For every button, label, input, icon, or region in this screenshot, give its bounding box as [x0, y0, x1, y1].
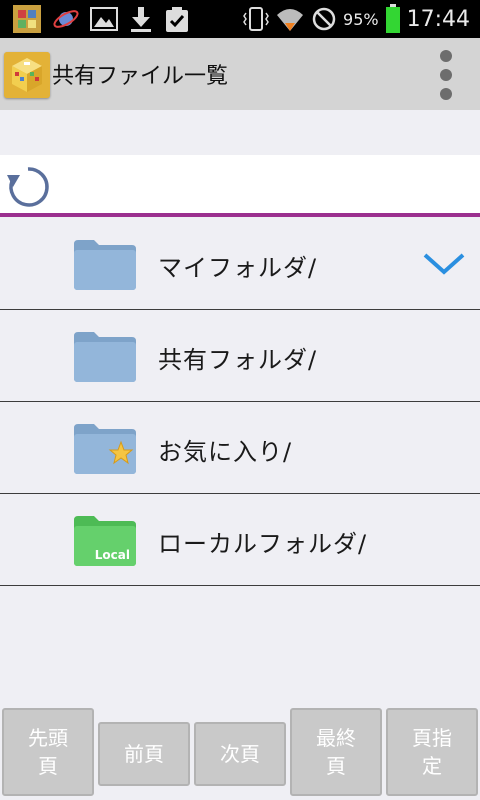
first-page-label: 先頭 頁	[28, 726, 68, 778]
battery-percent: 95%	[343, 9, 379, 29]
last-page-label: 最終 頁	[316, 726, 356, 778]
page-title: 共有ファイル一覧	[52, 64, 229, 89]
folder-list: マイフォルダ/ 共有フォルダ/ お気に入り/ Local ローカルフォルダ/	[0, 218, 480, 586]
goto-page-button[interactable]: 頁指 定	[386, 708, 478, 796]
next-page-button[interactable]: 次頁	[194, 722, 286, 786]
divider-accent	[0, 213, 480, 217]
last-page-button[interactable]: 最終 頁	[290, 708, 382, 796]
overflow-menu-icon[interactable]	[436, 50, 456, 100]
first-page-button[interactable]: 先頭 頁	[2, 708, 94, 796]
battery-icon	[385, 4, 400, 33]
folder-star-icon	[74, 424, 136, 474]
pager-bar: 先頭 頁 前頁 次頁 最終 頁 頁指 定	[0, 708, 480, 800]
folder-label: お気に入り/	[158, 438, 293, 466]
folder-row-local[interactable]: Local ローカルフォルダ/	[0, 494, 480, 586]
status-bar: 95% 17:44	[0, 0, 480, 38]
folder-label: 共有フォルダ/	[158, 346, 318, 374]
folder-label: ローカルフォルダ/	[158, 530, 368, 558]
folder-icon	[74, 240, 136, 290]
folder-local-icon: Local	[74, 516, 136, 566]
folder-row-shared[interactable]: 共有フォルダ/	[0, 310, 480, 402]
refresh-icon[interactable]	[6, 165, 50, 209]
clipboard-check-icon	[166, 7, 188, 32]
folder-row-my[interactable]: マイフォルダ/	[0, 218, 480, 310]
action-bar: 共有ファイル一覧	[0, 38, 480, 110]
blocked-icon	[312, 7, 336, 31]
prev-page-label: 前頁	[124, 742, 164, 766]
satellite-icon	[53, 10, 79, 28]
folder-label: マイフォルダ/	[158, 254, 318, 282]
refresh-bar	[0, 155, 480, 215]
vibrate-icon	[243, 7, 269, 31]
prev-page-button[interactable]: 前頁	[98, 722, 190, 786]
next-page-label: 次頁	[220, 742, 260, 766]
app-logo-icon[interactable]	[4, 52, 50, 98]
image-icon	[90, 7, 118, 31]
folder-icon	[74, 332, 136, 382]
app-notification-icon	[13, 5, 41, 33]
wifi-icon	[277, 9, 304, 31]
folder-row-favorites[interactable]: お気に入り/	[0, 402, 480, 494]
chevron-down-icon[interactable]	[422, 250, 466, 278]
goto-page-label: 頁指 定	[412, 726, 452, 778]
download-icon	[131, 7, 151, 32]
local-badge-text: Local	[95, 548, 130, 562]
clock: 17:44	[406, 6, 470, 32]
